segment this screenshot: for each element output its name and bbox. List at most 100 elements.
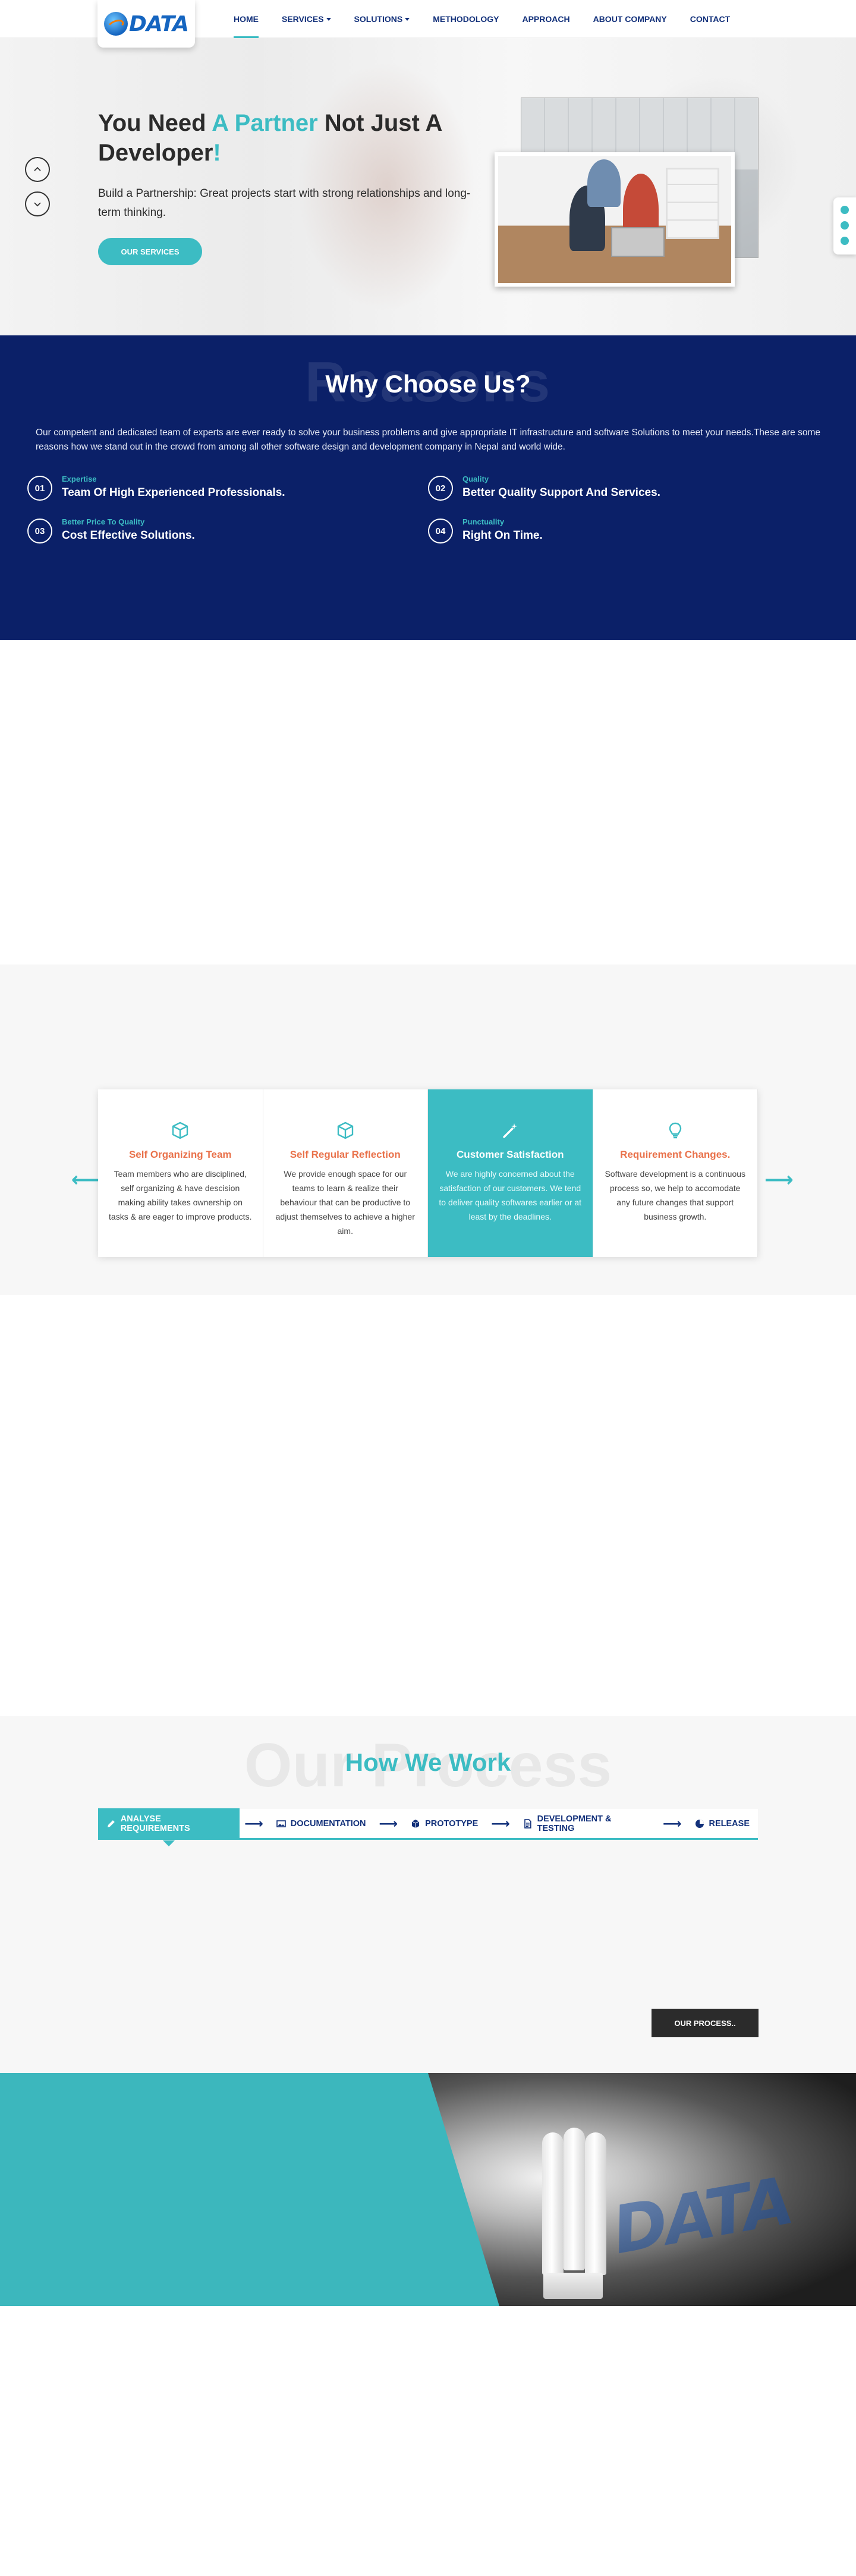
- values-section: ⟵ ⟶ Self Organizing Team Team members wh…: [0, 965, 856, 1295]
- value-card-active[interactable]: Customer Satisfaction We are highly conc…: [428, 1089, 593, 1257]
- reason-number: 02: [428, 476, 453, 501]
- caret-down-icon: [405, 17, 410, 21]
- value-card-text: We are highly concerned about the satisf…: [439, 1169, 582, 1221]
- section-title: How We Work: [345, 1748, 511, 1776]
- reason-kicker: Punctuality: [462, 517, 505, 526]
- value-card-text: We provide enough space for our teams to…: [275, 1169, 415, 1236]
- logo-globe-icon: [104, 12, 128, 36]
- nav-about-company[interactable]: ABOUT COMPANY: [593, 0, 667, 38]
- value-card[interactable]: Requirement Changes. Software developmen…: [593, 1089, 758, 1257]
- lightbulb-image: [535, 2128, 612, 2299]
- magic-wand-icon: [500, 1120, 520, 1141]
- reason-kicker: Expertise: [62, 475, 97, 483]
- tab-label: PROTOTYPE: [425, 1818, 479, 1829]
- photo-office-scene: [498, 156, 731, 283]
- why-choose-us-section: Reasons Why Choose Us? Our competent and…: [0, 335, 856, 640]
- caret-down-icon: [326, 17, 331, 21]
- process-section: Our Process How We Work ANALYSE REQUIREM…: [0, 1716, 856, 2073]
- our-process-button[interactable]: OUR PROCESS..: [652, 2009, 759, 2037]
- promo-banner: DATA: [0, 2073, 856, 2306]
- value-card[interactable]: Self Regular Reflection We provide enoug…: [263, 1089, 428, 1257]
- reason-kicker: Quality: [462, 475, 489, 483]
- logo-text: DATA: [129, 11, 189, 36]
- reason-number: 04: [428, 519, 453, 544]
- image-icon: [276, 1820, 286, 1827]
- process-tabs: ANALYSE REQUIREMENTS ⟶ DOCUMENTATION ⟶ P…: [98, 1808, 759, 1846]
- slider-dot[interactable]: [841, 221, 849, 230]
- nav-contact[interactable]: CONTACT: [690, 0, 730, 38]
- cube-icon: [170, 1120, 190, 1141]
- site-header: DATA HOME SERVICES SOLUTIONS METHODOLOGY…: [0, 0, 856, 48]
- section-description: Our competent and dedicated team of expe…: [36, 428, 820, 452]
- nav-about-label: ABOUT COMPANY: [593, 14, 667, 24]
- nav-methodology-label: METHODOLOGY: [433, 14, 499, 24]
- reason-kicker: Better Price To Quality: [62, 517, 145, 526]
- nav-solutions[interactable]: SOLUTIONS: [354, 0, 410, 38]
- main-nav: HOME SERVICES SOLUTIONS METHODOLOGY APPR…: [234, 0, 753, 38]
- value-card-text: Team members who are disciplined, self o…: [109, 1169, 252, 1221]
- values-carousel: Self Organizing Team Team members who ar…: [98, 1089, 758, 1257]
- nav-methodology[interactable]: METHODOLOGY: [433, 0, 499, 38]
- lightbulb-icon: [665, 1120, 685, 1141]
- value-card-title: Self Organizing Team: [128, 1149, 232, 1160]
- tab-label: DOCUMENTATION: [290, 1818, 366, 1829]
- tab-documentation[interactable]: DOCUMENTATION: [268, 1808, 374, 1839]
- hero-title-part1: You Need: [98, 110, 212, 136]
- photo-person: [587, 159, 621, 207]
- pencil-icon: [107, 1820, 115, 1827]
- hero-subtitle: Build a Partnership: Great projects star…: [98, 187, 471, 219]
- carousel-prev-arrow-icon[interactable]: ⟵: [71, 1168, 100, 1192]
- reason-title: Right On Time.: [462, 529, 543, 542]
- cube-icon: [335, 1120, 355, 1141]
- cube-icon: [411, 1819, 420, 1828]
- tab-development-testing[interactable]: DEVELOPMENT & TESTING: [515, 1808, 658, 1839]
- tab-release[interactable]: RELEASE: [687, 1808, 759, 1839]
- nav-home-label: HOME: [234, 14, 259, 24]
- carousel-next-arrow-icon[interactable]: ⟶: [764, 1168, 794, 1192]
- slider-prev-button[interactable]: [25, 157, 50, 182]
- our-services-button[interactable]: OUR SERVICES: [98, 238, 202, 265]
- nav-approach-label: APPROACH: [522, 14, 570, 24]
- reason-item: 01 Expertise Team Of High Experienced Pr…: [27, 473, 336, 503]
- slider-dot[interactable]: [841, 206, 849, 214]
- banner-teal-panel: [0, 2073, 499, 2306]
- chevron-down-icon: [34, 202, 41, 207]
- bulb-base: [543, 2273, 603, 2299]
- tab-label: ANALYSE REQUIREMENTS: [120, 1814, 190, 1833]
- chevron-up-icon: [34, 167, 41, 171]
- tab-label: RELEASE: [709, 1818, 750, 1829]
- value-card-title: Self Regular Reflection: [289, 1149, 401, 1160]
- reason-title: Cost Effective Solutions.: [62, 529, 195, 542]
- pie-chart-icon: [695, 1819, 704, 1828]
- slider-next-button[interactable]: [25, 191, 50, 216]
- reason-number: 01: [27, 476, 52, 501]
- reason-item: 04 Punctuality Right On Time.: [428, 516, 737, 546]
- nav-solutions-label: SOLUTIONS: [354, 14, 403, 24]
- nav-approach[interactable]: APPROACH: [522, 0, 569, 38]
- hero-slider: You Need A Partner Not Just A Developer!…: [0, 38, 856, 335]
- tab-analyse-requirements[interactable]: ANALYSE REQUIREMENTS: [98, 1808, 240, 1846]
- hero-title-bang: !: [213, 140, 221, 166]
- tab-prototype[interactable]: PROTOTYPE: [402, 1808, 486, 1839]
- photo-shelf: [666, 168, 719, 239]
- nav-contact-label: CONTACT: [690, 14, 731, 24]
- hero-photo-front: [495, 152, 735, 287]
- hero-title: You Need A Partner Not Just A Developer!: [98, 108, 479, 168]
- arrow-right-icon: ⟶: [491, 1815, 510, 1831]
- nav-home[interactable]: HOME: [234, 0, 259, 38]
- nav-services[interactable]: SERVICES: [282, 0, 331, 38]
- file-icon: [524, 1818, 531, 1829]
- bulb-tube: [542, 2132, 564, 2275]
- bulb-tube: [564, 2128, 585, 2270]
- reason-item: 03 Better Price To Quality Cost Effectiv…: [27, 516, 336, 546]
- bulb-tube: [585, 2132, 606, 2275]
- reason-number: 03: [27, 519, 52, 544]
- reason-item: 02 Quality Better Quality Support And Se…: [428, 473, 737, 503]
- arrow-right-icon: ⟶: [379, 1815, 398, 1831]
- nav-services-label: SERVICES: [282, 14, 324, 24]
- slider-dot[interactable]: [841, 237, 849, 245]
- value-card-text: Software development is a continuous pro…: [605, 1169, 746, 1221]
- value-card[interactable]: Self Organizing Team Team members who ar…: [98, 1089, 263, 1257]
- arrow-right-icon: ⟶: [244, 1815, 263, 1831]
- logo[interactable]: DATA: [97, 0, 195, 48]
